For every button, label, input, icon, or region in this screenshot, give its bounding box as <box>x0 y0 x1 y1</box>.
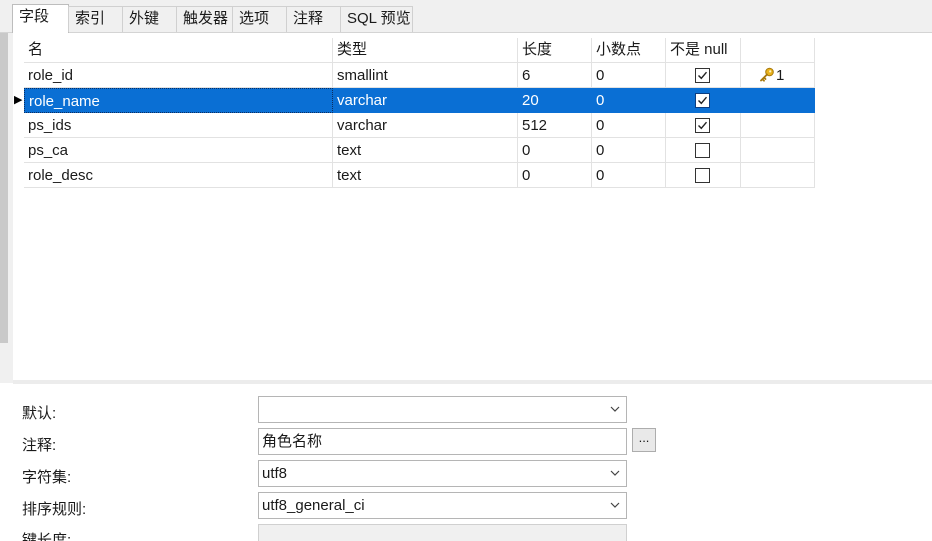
tab-fields[interactable]: 字段 <box>12 4 69 33</box>
field-decimals-cell[interactable]: 0 <box>592 138 666 163</box>
chevron-down-icon <box>610 502 620 508</box>
tab-label: 触发器 <box>183 10 229 27</box>
field-name-cell[interactable]: ps_ca <box>24 138 333 163</box>
key-cell[interactable]: 1 <box>741 63 815 88</box>
field-type-cell[interactable]: smallint <box>333 63 518 88</box>
not-null-checkbox[interactable] <box>695 143 710 158</box>
tab-sql-preview[interactable]: SQL 预览 <box>340 6 413 32</box>
field-type-cell[interactable]: varchar <box>333 88 518 113</box>
chevron-down-icon <box>610 406 620 412</box>
comment-edit-button[interactable]: ... <box>632 428 656 452</box>
tab-label: 外键 <box>129 10 160 27</box>
tab-triggers[interactable]: 触发器 <box>176 6 233 32</box>
not-null-checkbox[interactable] <box>695 68 710 83</box>
column-header-type[interactable]: 类型 <box>333 38 518 63</box>
check-icon <box>698 121 708 130</box>
not-null-checkbox[interactable] <box>695 118 710 133</box>
collation-select[interactable]: utf8_general_ci <box>258 492 627 519</box>
comment-value: 角色名称 <box>262 433 323 450</box>
chevron-down-icon <box>610 470 620 476</box>
tab-label: SQL 预览 <box>347 10 411 27</box>
table-row[interactable]: role_desc text 0 0 <box>24 163 815 188</box>
table-designer: 字段 索引 外键 触发器 选项 注释 SQL 预览 ▶ 名 类型 长度 小数点 … <box>0 0 932 541</box>
row-pointer-icon: ▶ <box>14 94 23 106</box>
field-length-cell[interactable]: 512 <box>518 113 592 138</box>
tab-comment[interactable]: 注释 <box>286 6 341 32</box>
table-row[interactable]: role_name varchar 20 0 <box>24 88 815 113</box>
field-name-cell[interactable]: role_id <box>24 63 333 88</box>
column-header-not-null[interactable]: 不是 null <box>666 38 741 63</box>
key-length-label: 键长度: <box>22 532 72 541</box>
tab-foreign-keys[interactable]: 外键 <box>122 6 177 32</box>
not-null-cell <box>666 138 741 163</box>
table-row[interactable]: ps_ca text 0 0 <box>24 138 815 163</box>
column-header-key[interactable] <box>741 38 815 63</box>
field-type-cell[interactable]: text <box>333 138 518 163</box>
not-null-checkbox[interactable] <box>695 93 710 108</box>
panel-splitter[interactable] <box>13 380 932 384</box>
tab-label: 索引 <box>75 10 106 27</box>
charset-value: utf8 <box>262 465 288 482</box>
field-name-cell[interactable]: role_desc <box>24 163 333 188</box>
key-length-input <box>258 524 627 541</box>
tab-strip: 字段 索引 外键 触发器 选项 注释 SQL 预览 <box>0 0 932 33</box>
tab-label: 注释 <box>293 10 324 27</box>
field-decimals-cell[interactable]: 0 <box>592 163 666 188</box>
check-icon <box>698 71 708 80</box>
check-icon <box>698 96 708 105</box>
comment-input[interactable]: 角色名称 <box>258 428 627 455</box>
field-decimals-cell[interactable]: 0 <box>592 63 666 88</box>
default-select[interactable] <box>258 396 627 423</box>
tab-indexes[interactable]: 索引 <box>68 6 123 32</box>
field-length-cell[interactable]: 20 <box>518 88 592 113</box>
key-cell[interactable] <box>741 163 815 188</box>
column-header-name[interactable]: 名 <box>24 38 333 63</box>
field-name-cell[interactable]: role_name <box>24 88 333 113</box>
key-cell[interactable] <box>741 88 815 113</box>
field-decimals-cell[interactable]: 0 <box>592 113 666 138</box>
table-row[interactable]: role_id smallint 6 0 1 <box>24 63 815 88</box>
not-null-cell <box>666 113 741 138</box>
key-cell[interactable] <box>741 138 815 163</box>
comment-label: 注释: <box>22 437 57 454</box>
key-cell[interactable] <box>741 113 815 138</box>
not-null-cell <box>666 163 741 188</box>
not-null-cell <box>666 63 741 88</box>
default-label: 默认: <box>22 405 57 422</box>
table-row[interactable]: ps_ids varchar 512 0 <box>24 113 815 138</box>
field-type-cell[interactable]: text <box>333 163 518 188</box>
charset-select[interactable]: utf8 <box>258 460 627 487</box>
tab-options[interactable]: 选项 <box>232 6 287 32</box>
field-decimals-cell[interactable]: 0 <box>592 88 666 113</box>
vertical-scrollbar[interactable] <box>0 33 8 343</box>
tab-label: 选项 <box>239 10 270 27</box>
column-header-length[interactable]: 长度 <box>518 38 592 63</box>
key-ordinal: 1 <box>776 67 785 84</box>
field-length-cell[interactable]: 0 <box>518 163 592 188</box>
grid-header: 名 类型 长度 小数点 不是 null <box>24 38 815 63</box>
not-null-cell <box>666 88 741 113</box>
field-length-cell[interactable]: 6 <box>518 63 592 88</box>
field-length-cell[interactable]: 0 <box>518 138 592 163</box>
key-icon <box>760 67 774 82</box>
charset-label: 字符集: <box>22 469 72 486</box>
tab-label: 字段 <box>19 8 50 25</box>
column-header-decimals[interactable]: 小数点 <box>592 38 666 63</box>
not-null-checkbox[interactable] <box>695 168 710 183</box>
field-name-cell[interactable]: ps_ids <box>24 113 333 138</box>
field-type-cell[interactable]: varchar <box>333 113 518 138</box>
collation-value: utf8_general_ci <box>262 497 365 514</box>
collation-label: 排序规则: <box>22 501 87 518</box>
